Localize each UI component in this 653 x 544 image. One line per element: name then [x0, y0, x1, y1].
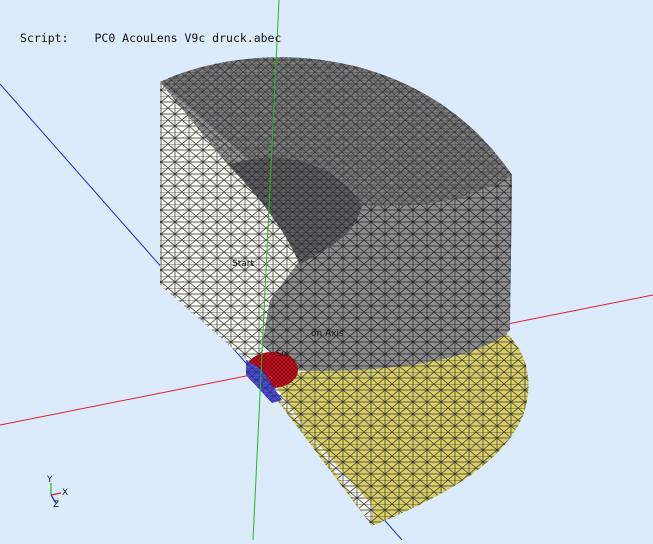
triad-y-label: Y	[46, 475, 53, 485]
script-name: PC0 AcouLens V9c druck.abec	[94, 31, 282, 45]
script-label: Script:	[20, 31, 69, 45]
scene-canvas[interactable]: Start on Axis Src Y X Z	[0, 0, 653, 541]
triad-z-label: Z	[53, 500, 59, 510]
script-info: Script: PC0 AcouLens V9c druck.abec	[20, 31, 281, 45]
observation-point-label: on Axis	[311, 329, 344, 339]
orientation-triad: Y X Z	[46, 475, 68, 510]
triad-x-label: X	[62, 488, 68, 498]
source-label: Src	[276, 349, 289, 358]
start-point-label: Start	[232, 259, 254, 269]
3d-viewport[interactable]: Start on Axis Src Y X Z Script: PC0 AcouL…	[0, 0, 653, 541]
